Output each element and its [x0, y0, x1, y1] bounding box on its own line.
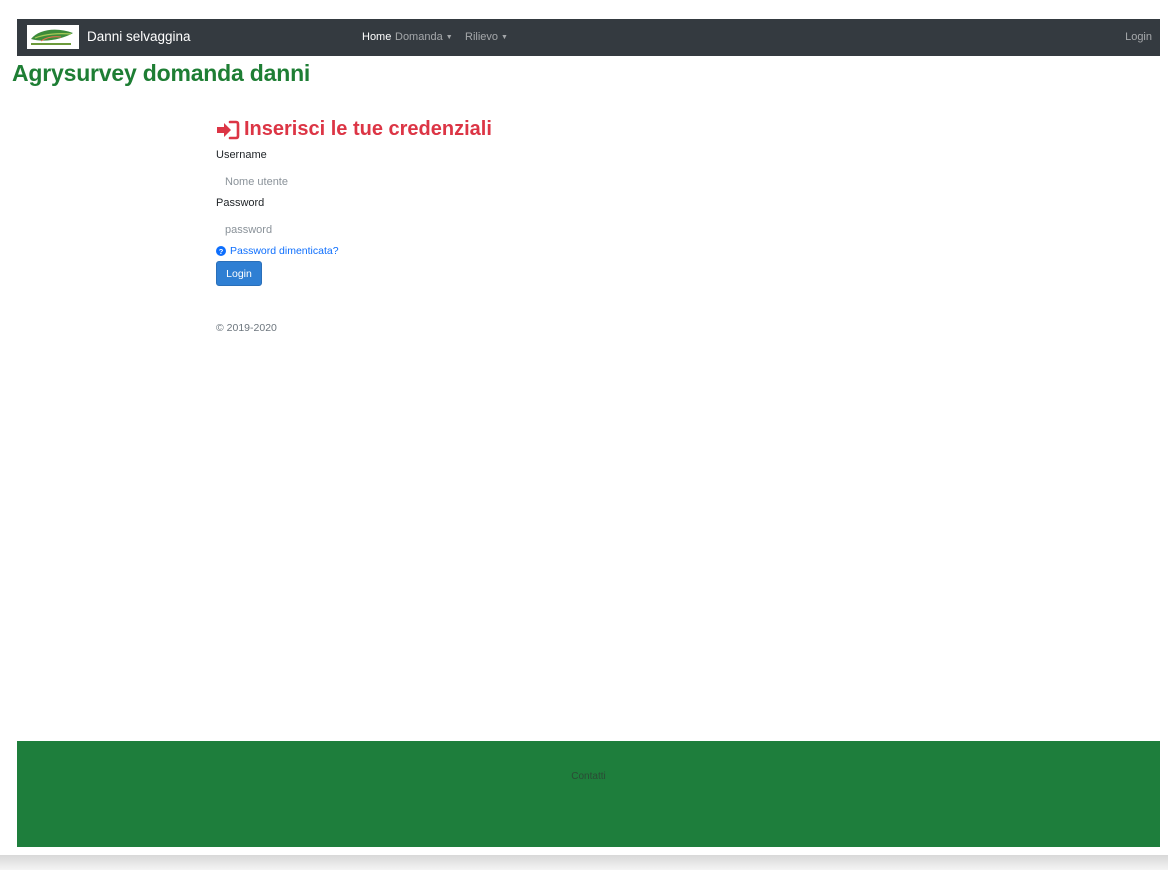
footer: Contatti [17, 741, 1160, 847]
forgot-password-link[interactable]: ? Password dimenticata? [216, 245, 339, 257]
brand-name[interactable]: Danni selvaggina [87, 29, 191, 44]
nav-login-link[interactable]: Login [1125, 31, 1152, 43]
nav-item-domanda-label: Domanda [395, 31, 443, 43]
login-heading-text: Inserisci le tue credenziali [244, 118, 492, 140]
nav-item-domanda[interactable]: Domanda ▼ [395, 31, 453, 43]
brand-logo[interactable] [27, 25, 79, 49]
footer-contacts-title: Contatti [571, 771, 606, 782]
top-navbar: Danni selvaggina Home Domanda ▼ Rilievo ▼ … [17, 19, 1160, 56]
forgot-password-text: Password dimenticata? [230, 245, 339, 257]
chevron-down-icon: ▼ [445, 34, 453, 41]
question-circle-icon: ? [216, 246, 226, 256]
copyright: © 2019-2020 [216, 322, 277, 334]
nav-item-rilievo-label: Rilievo [465, 31, 499, 43]
nav-item-rilievo[interactable]: Rilievo ▼ [465, 31, 508, 43]
chevron-down-icon: ▼ [501, 34, 508, 41]
bottom-edge [0, 855, 1168, 870]
password-label: Password [216, 197, 265, 209]
username-input[interactable] [216, 171, 525, 193]
page-title: Agrysurvey domanda danni [12, 60, 311, 86]
nav-item-home[interactable]: Home [362, 31, 391, 43]
sign-in-icon [217, 120, 240, 139]
login-heading: Inserisci le tue credenziali [216, 118, 492, 141]
password-input[interactable] [216, 219, 525, 241]
page [8, 0, 1168, 855]
login-button[interactable]: Login [216, 261, 262, 286]
username-label: Username [216, 149, 267, 161]
